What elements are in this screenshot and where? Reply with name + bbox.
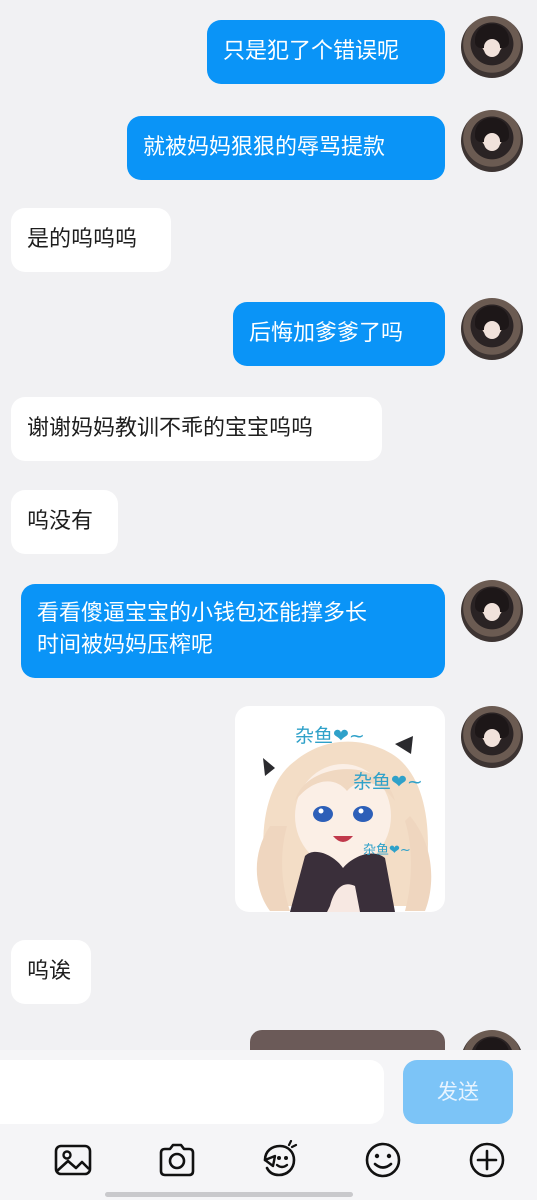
image-message-partial[interactable] [250,1030,445,1050]
message-bubble-incoming[interactable]: 呜诶 [11,940,91,1004]
sticker-illustration: 杂鱼❤~ 杂鱼❤~ 杂鱼❤~ [256,725,432,912]
camera-icon[interactable] [157,1140,197,1180]
message-bubble-incoming[interactable]: 呜没有 [11,490,118,554]
message-bubble-outgoing[interactable]: 后悔加爹爹了吗 [233,302,445,366]
message-bubble-incoming[interactable]: 是的呜呜呜 [11,208,171,272]
message-bubble-incoming[interactable]: 谢谢妈妈教训不乖的宝宝呜呜 [11,397,382,461]
message-text-line: 时间被妈妈压榨呢 [37,633,214,658]
message-text: 就被妈妈狠狠的辱骂提款 [143,135,386,160]
message-bubble-outgoing[interactable]: 只是犯了个错误呢 [207,20,445,84]
emoji-icon[interactable] [363,1140,403,1180]
chat-history[interactable]: 只是犯了个错误呢 就被妈妈狠狠的辱骂提款 是的呜呜呜 后悔加爹爹了吗 谢谢妈妈教… [0,0,537,1050]
avatar[interactable] [461,580,523,642]
message-bubble-outgoing[interactable]: 就被妈妈狠狠的辱骂提款 [127,116,445,180]
message-text: 呜诶 [27,959,72,984]
sticker-text: 杂鱼❤~ [363,842,411,858]
home-indicator [105,1192,353,1197]
message-text: 是的呜呜呜 [27,227,138,252]
message-input[interactable] [0,1060,384,1124]
chat-toolbar [0,1138,537,1200]
sticker-face-icon[interactable] [259,1139,299,1180]
avatar[interactable] [461,110,523,172]
avatar[interactable] [461,298,523,360]
avatar[interactable] [461,706,523,768]
avatar[interactable] [461,16,523,78]
plus-icon[interactable] [467,1140,507,1180]
sticker-image[interactable]: 杂鱼❤~ 杂鱼❤~ 杂鱼❤~ [235,706,445,912]
send-button[interactable]: 发送 [403,1060,513,1124]
image-icon[interactable] [53,1140,93,1180]
input-bar: 发送 [0,1050,537,1138]
sticker-text: 杂鱼❤~ [295,725,365,747]
message-text: 后悔加爹爹了吗 [249,321,404,346]
message-text: 呜没有 [27,509,94,534]
message-bubble-outgoing[interactable]: 看看傻逼宝宝的小钱包还能撑多长 时间被妈妈压榨呢 [21,584,445,678]
message-text-line: 看看傻逼宝宝的小钱包还能撑多长 [37,601,368,626]
message-text: 只是犯了个错误呢 [223,39,400,64]
sticker-text: 杂鱼❤~ [353,771,423,793]
avatar[interactable] [461,1030,523,1050]
message-text: 谢谢妈妈教训不乖的宝宝呜呜 [27,416,314,441]
